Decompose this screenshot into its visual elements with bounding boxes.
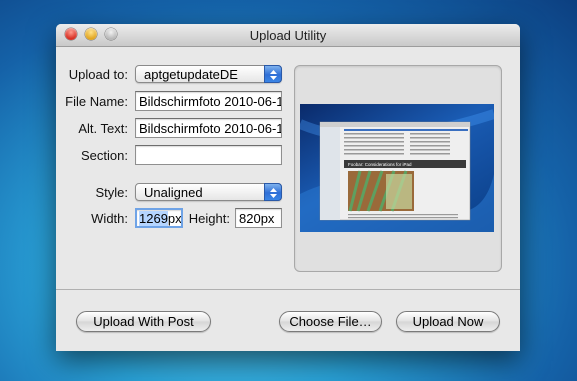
upload-now-button[interactable]: Upload Now: [396, 311, 500, 332]
image-preview: Foobar: Considerations for iPad: [294, 65, 502, 272]
section-field[interactable]: [135, 145, 282, 165]
width-field[interactable]: 1269px: [135, 208, 183, 228]
upload-to-popup[interactable]: aptgetupdateDE: [135, 65, 282, 83]
thumbnail-screenshot-image: Foobar: Considerations for iPad: [298, 109, 496, 232]
style-popup[interactable]: Unaligned: [135, 183, 282, 201]
upload-to-label: Upload to:: [68, 67, 128, 82]
width-value: 1269: [139, 211, 168, 226]
section-label: Section:: [81, 148, 128, 163]
alt-text-field[interactable]: Bildschirmfoto 2010-06-1: [135, 118, 282, 138]
window-title: Upload Utility: [249, 28, 327, 43]
style-label: Style:: [95, 185, 128, 200]
preview-thumbnail: Foobar: Considerations for iPad: [298, 104, 496, 232]
alt-text-label: Alt. Text:: [78, 121, 128, 136]
height-field[interactable]: 820px: [235, 208, 282, 228]
style-value: Unaligned: [144, 185, 203, 200]
popup-arrows-icon: [264, 183, 282, 201]
title-bar[interactable]: Upload Utility: [56, 24, 520, 47]
button-bar-divider: [56, 289, 520, 290]
choose-file-button[interactable]: Choose File…: [279, 311, 382, 332]
upload-to-value: aptgetupdateDE: [144, 67, 238, 82]
height-label: Height:: [188, 211, 230, 226]
width-unit: px: [167, 211, 182, 226]
upload-utility-window: Upload Utility Upload to: aptgetupdateDE…: [56, 24, 520, 351]
width-label: Width:: [91, 211, 128, 226]
popup-arrows-icon: [264, 65, 282, 83]
file-name-label: File Name:: [65, 94, 128, 109]
upload-with-post-button[interactable]: Upload With Post: [76, 311, 211, 332]
file-name-field[interactable]: Bildschirmfoto 2010-06-1: [135, 91, 282, 111]
thumbnail-heading: Foobar: Considerations for iPad: [348, 162, 412, 167]
